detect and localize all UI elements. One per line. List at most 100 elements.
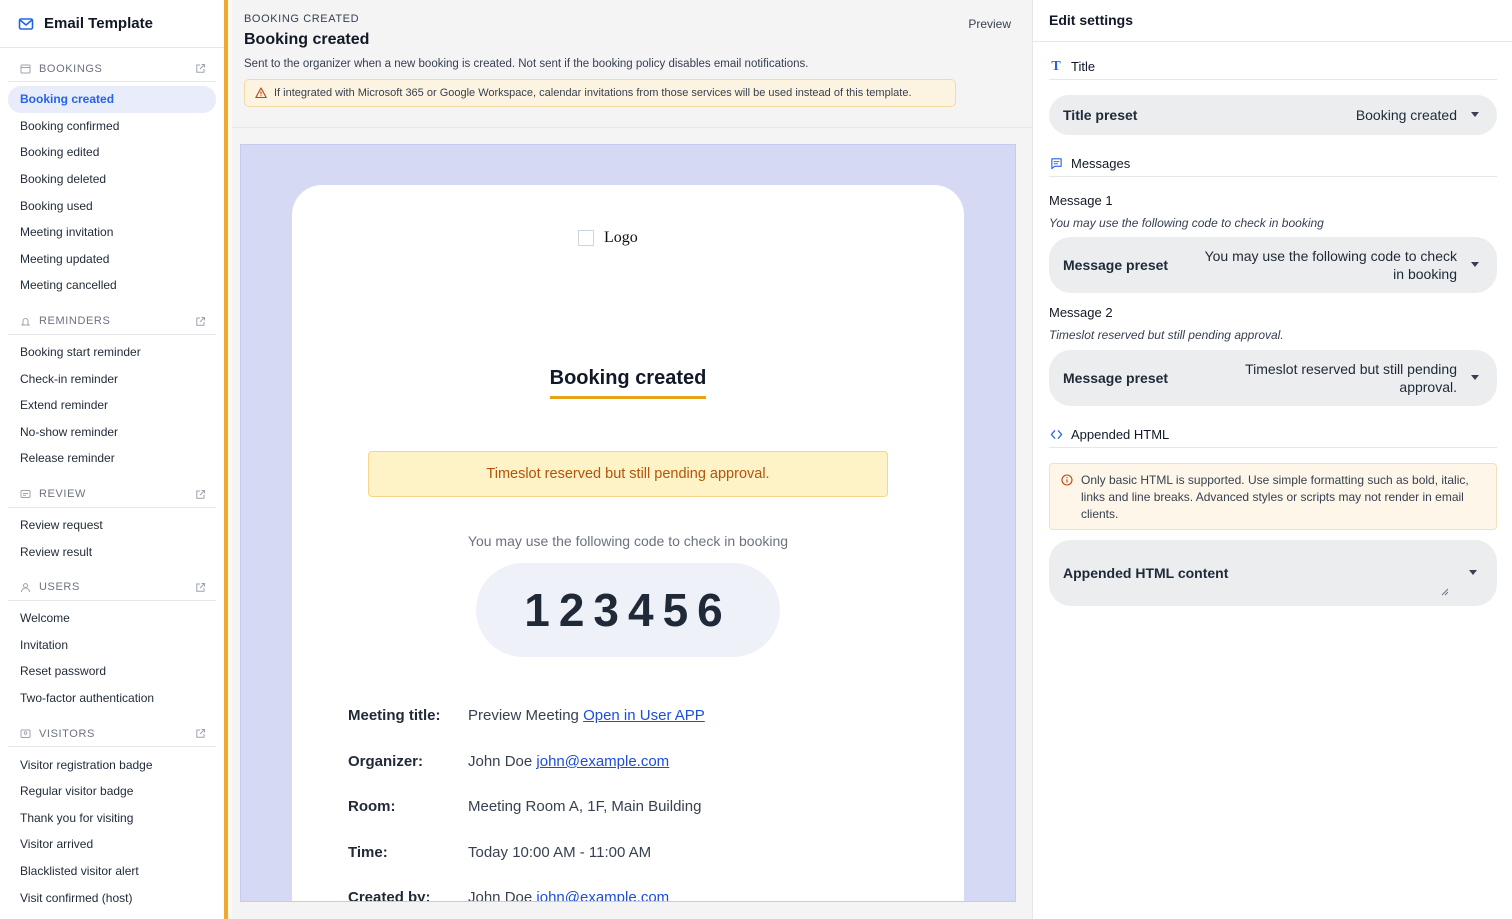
detail-row: Organizer: John Doe john@example.com bbox=[348, 739, 908, 785]
detail-row: Time: Today 10:00 AM - 11:00 AM bbox=[348, 830, 908, 876]
message1-preset-label: Message preset bbox=[1063, 257, 1169, 273]
detail-value: Preview Meeting Open in User APP bbox=[468, 707, 705, 724]
external-edit-icon[interactable] bbox=[195, 728, 206, 739]
detail-link[interactable]: Open in User APP bbox=[583, 707, 705, 724]
message-icon bbox=[1049, 157, 1063, 171]
sidebar-item[interactable]: Two-factor authentication bbox=[8, 685, 216, 712]
preview-button[interactable]: Preview bbox=[968, 17, 1011, 31]
message1-label: Message 1 bbox=[1049, 193, 1113, 208]
section-title: REVIEW bbox=[39, 488, 86, 501]
warning-icon bbox=[255, 87, 267, 99]
nav-list: Booking created Booking confirmed Booking … bbox=[0, 82, 224, 299]
detail-label: Organizer: bbox=[348, 752, 424, 770]
title-preset-label: Title preset bbox=[1063, 107, 1138, 123]
sidebar-item[interactable]: Review result bbox=[8, 538, 216, 565]
nav-list: Review request Review result bbox=[0, 508, 224, 565]
email-preview-canvas: Logo Booking created Timeslot reserved b… bbox=[240, 144, 1016, 902]
email-title: Booking created bbox=[292, 367, 964, 399]
title-preset-select[interactable]: Title preset Booking created bbox=[1049, 95, 1497, 135]
sidebar-item[interactable]: No-show reminder bbox=[8, 419, 216, 446]
chevron-down-icon bbox=[1471, 375, 1479, 380]
sidebar-item[interactable]: Visit confirmed (host) bbox=[8, 884, 216, 911]
app-title: Email Template bbox=[44, 15, 153, 32]
sidebar-item[interactable]: Check-in reminder bbox=[8, 365, 216, 392]
message1-hint: You may use the following code to check … bbox=[1049, 216, 1324, 230]
detail-value: Meeting Room A, 1F, Main Building bbox=[468, 798, 701, 815]
text-type-icon: T bbox=[1051, 58, 1061, 74]
title-section-label: Title bbox=[1071, 59, 1096, 74]
sidebar-item[interactable]: Booking edited bbox=[8, 139, 216, 166]
detail-value-text: Preview Meeting bbox=[468, 707, 584, 725]
sidebar-item[interactable]: Booking confirmed bbox=[8, 113, 216, 140]
sidebar-item[interactable]: Visitor arrived bbox=[8, 831, 216, 858]
sidebar-item[interactable]: Release reminder bbox=[8, 445, 216, 472]
sidebar-nav: BOOKINGS Booking created Booking confirmed… bbox=[0, 56, 224, 919]
sidebar-brand: Email Template bbox=[0, 0, 224, 48]
external-edit-icon[interactable] bbox=[195, 489, 206, 500]
messages-section-header: Messages bbox=[1049, 151, 1497, 177]
visitor-icon bbox=[20, 728, 31, 739]
nav-list: Booking start reminder Check-in reminder E… bbox=[0, 335, 224, 472]
sidebar-item[interactable]: Walk-in visit registered (host) bbox=[8, 911, 216, 919]
html-section-label: Appended HTML bbox=[1071, 427, 1170, 442]
section-title: REMINDERS bbox=[39, 315, 111, 328]
sidebar-item[interactable]: Extend reminder bbox=[8, 392, 216, 419]
chevron-down-icon bbox=[1471, 112, 1479, 117]
settings-heading: Edit settings bbox=[1033, 0, 1512, 42]
appended-html-textarea[interactable]: Appended HTML content bbox=[1049, 540, 1497, 606]
section-reminders: REMINDERS bbox=[8, 309, 216, 335]
sidebar-item[interactable]: Thank you for visiting bbox=[8, 804, 216, 831]
section-bookings: BOOKINGS bbox=[8, 56, 216, 82]
sidebar-item[interactable]: Blacklisted visitor alert bbox=[8, 858, 216, 885]
detail-value: John Doe john@example.com bbox=[468, 889, 669, 902]
detail-link[interactable]: john@example.com bbox=[536, 753, 669, 770]
main-preview-area: BOOKING CREATED Preview Booking created … bbox=[232, 0, 1032, 919]
sidebar-item[interactable]: Booking created bbox=[8, 86, 216, 113]
sidebar-item[interactable]: Booking deleted bbox=[8, 166, 216, 193]
sidebar-item[interactable]: Regular visitor badge bbox=[8, 778, 216, 805]
messages-section-label: Messages bbox=[1071, 156, 1131, 171]
code-icon bbox=[1049, 428, 1063, 442]
user-icon bbox=[20, 582, 31, 593]
booking-details: Meeting title: Preview Meeting Open in Us… bbox=[348, 693, 908, 902]
message2-label: Message 2 bbox=[1049, 305, 1113, 320]
sidebar-item[interactable]: Meeting updated bbox=[8, 246, 216, 273]
message2-preset-select[interactable]: Message preset Timeslot reserved but sti… bbox=[1049, 350, 1497, 406]
html-section-header: Appended HTML bbox=[1049, 422, 1497, 448]
email-title-text: Booking created bbox=[549, 367, 707, 399]
detail-row: Room: Meeting Room A, 1F, Main Building bbox=[348, 784, 908, 830]
section-review: REVIEW bbox=[8, 482, 216, 508]
sidebar-item[interactable]: Review request bbox=[8, 512, 216, 539]
message2-preset-label: Message preset bbox=[1063, 370, 1169, 386]
sidebar-item[interactable]: Invitation bbox=[8, 632, 216, 659]
sidebar-item[interactable]: Meeting invitation bbox=[8, 219, 216, 246]
sidebar-item[interactable]: Meeting cancelled bbox=[8, 272, 216, 299]
resize-grip-icon[interactable] bbox=[1441, 588, 1449, 596]
detail-row: Meeting title: Preview Meeting Open in Us… bbox=[348, 693, 908, 739]
template-header: BOOKING CREATED Preview Booking created … bbox=[232, 0, 1032, 128]
html-info-notice: Only basic HTML is supported. Use simple… bbox=[1049, 463, 1497, 530]
detail-value: Today 10:00 AM - 11:00 AM bbox=[468, 844, 651, 861]
external-edit-icon[interactable] bbox=[195, 63, 206, 74]
chevron-down-icon bbox=[1471, 262, 1479, 267]
checkin-code: 123456 bbox=[476, 563, 780, 657]
detail-value-text: Today 10:00 AM - 11:00 AM bbox=[468, 843, 652, 861]
message1-preset-select[interactable]: Message preset You may use the following… bbox=[1049, 237, 1497, 293]
sidebar-item[interactable]: Booking used bbox=[8, 192, 216, 219]
title-preset-value: Booking created bbox=[1355, 107, 1457, 123]
logo-alt-text: Logo bbox=[604, 229, 638, 246]
detail-value-text: John Doe bbox=[468, 889, 537, 902]
sidebar-item[interactable]: Welcome bbox=[8, 605, 216, 632]
sidebar-item[interactable]: Booking start reminder bbox=[8, 339, 216, 366]
sidebar-item[interactable]: Visitor registration badge bbox=[8, 751, 216, 778]
detail-label: Created by: bbox=[348, 889, 431, 902]
detail-value: John Doe john@example.com bbox=[468, 753, 669, 770]
title-section-header: T Title bbox=[1049, 54, 1497, 80]
external-edit-icon[interactable] bbox=[195, 582, 206, 593]
detail-link[interactable]: john@example.com bbox=[536, 889, 669, 901]
external-edit-icon[interactable] bbox=[195, 316, 206, 327]
nav-list: Welcome Invitation Reset password Two-facto… bbox=[0, 601, 224, 711]
appended-html-label: Appended HTML content bbox=[1063, 565, 1229, 581]
sidebar-item[interactable]: Reset password bbox=[8, 658, 216, 685]
checkin-message: You may use the following code to check … bbox=[467, 533, 789, 549]
